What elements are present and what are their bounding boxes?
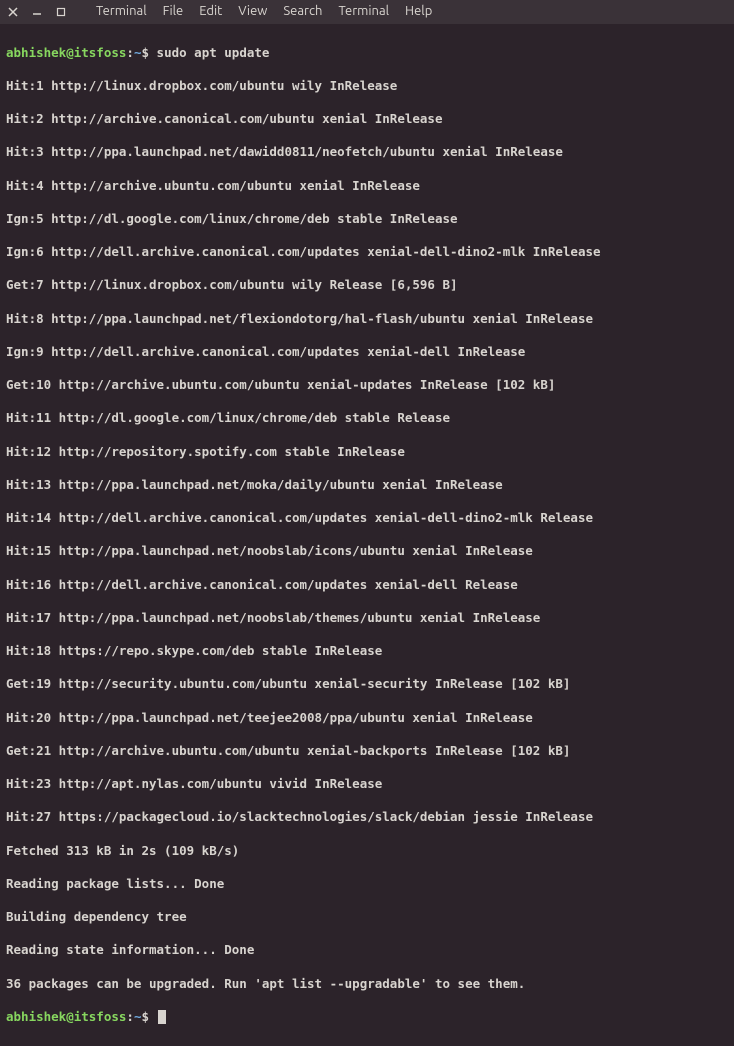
menu-help[interactable]: Help	[401, 3, 436, 20]
minimize-icon[interactable]	[30, 5, 44, 19]
output-line: Hit:16 http://dell.archive.canonical.com…	[6, 577, 728, 594]
menu-search[interactable]: Search	[279, 3, 326, 20]
prompt-user: abhishek@itsfoss	[6, 1009, 126, 1024]
prompt-colon: :	[126, 1009, 134, 1024]
menu-edit[interactable]: Edit	[195, 3, 226, 20]
prompt-colon: :	[126, 45, 134, 60]
output-line: Get:10 http://archive.ubuntu.com/ubuntu …	[6, 377, 728, 394]
output-line: Hit:27 https://packagecloud.io/slacktech…	[6, 809, 728, 826]
output-line: Hit:8 http://ppa.launchpad.net/flexiondo…	[6, 311, 728, 328]
menu-terminal[interactable]: Terminal	[92, 3, 151, 20]
output-line: Hit:13 http://ppa.launchpad.net/moka/dai…	[6, 477, 728, 494]
terminal-output[interactable]: abhishek@itsfoss:~$ sudo apt update Hit:…	[0, 24, 734, 1046]
output-line: Fetched 313 kB in 2s (109 kB/s)	[6, 843, 728, 860]
output-line: Ign:5 http://dl.google.com/linux/chrome/…	[6, 211, 728, 228]
output-line: Hit:14 http://dell.archive.canonical.com…	[6, 510, 728, 527]
output-line: Hit:18 https://repo.skype.com/deb stable…	[6, 643, 728, 660]
menu-view[interactable]: View	[234, 3, 271, 20]
cursor-icon	[158, 1010, 166, 1024]
maximize-icon[interactable]	[54, 5, 68, 19]
output-line: Get:21 http://archive.ubuntu.com/ubuntu …	[6, 743, 728, 760]
prompt-line: abhishek@itsfoss:~$ sudo apt update	[6, 45, 728, 62]
close-icon[interactable]	[6, 5, 20, 19]
output-line: Hit:4 http://archive.ubuntu.com/ubuntu x…	[6, 178, 728, 195]
prompt-user: abhishek@itsfoss	[6, 45, 126, 60]
output-line: Building dependency tree	[6, 909, 728, 926]
prompt-dollar: $	[141, 1009, 156, 1024]
output-line: Hit:20 http://ppa.launchpad.net/teejee20…	[6, 710, 728, 727]
menu-terminal2[interactable]: Terminal	[334, 3, 393, 20]
menubar: Terminal File Edit View Search Terminal …	[92, 3, 436, 20]
prompt-path: ~	[134, 1009, 142, 1024]
command-text: sudo apt update	[157, 45, 270, 60]
menu-file[interactable]: File	[159, 3, 188, 20]
output-line: Hit:23 http://apt.nylas.com/ubuntu vivid…	[6, 776, 728, 793]
output-line: Reading state information... Done	[6, 942, 728, 959]
output-line: Hit:11 http://dl.google.com/linux/chrome…	[6, 410, 728, 427]
output-line: Hit:2 http://archive.canonical.com/ubunt…	[6, 111, 728, 128]
window-controls	[6, 5, 68, 19]
prompt-line: abhishek@itsfoss:~$	[6, 1009, 728, 1026]
output-line: Ign:9 http://dell.archive.canonical.com/…	[6, 344, 728, 361]
prompt-dollar: $	[141, 45, 156, 60]
output-line: Hit:15 http://ppa.launchpad.net/noobslab…	[6, 543, 728, 560]
output-line: Hit:3 http://ppa.launchpad.net/dawidd081…	[6, 144, 728, 161]
output-line: 36 packages can be upgraded. Run 'apt li…	[6, 976, 728, 993]
output-line: Hit:1 http://linux.dropbox.com/ubuntu wi…	[6, 78, 728, 95]
output-line: Hit:17 http://ppa.launchpad.net/noobslab…	[6, 610, 728, 627]
output-line: Reading package lists... Done	[6, 876, 728, 893]
output-line: Hit:12 http://repository.spotify.com sta…	[6, 444, 728, 461]
output-line: Ign:6 http://dell.archive.canonical.com/…	[6, 244, 728, 261]
output-line: Get:7 http://linux.dropbox.com/ubuntu wi…	[6, 277, 728, 294]
output-line: Get:19 http://security.ubuntu.com/ubuntu…	[6, 676, 728, 693]
titlebar: Terminal File Edit View Search Terminal …	[0, 0, 734, 24]
